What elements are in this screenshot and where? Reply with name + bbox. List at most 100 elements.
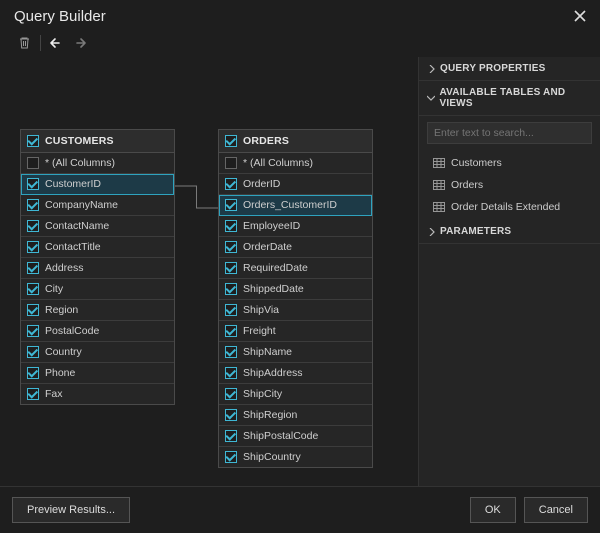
column-row[interactable]: Address	[21, 258, 174, 279]
design-canvas[interactable]: CUSTOMERS * (All Columns) CustomerID Compan…	[0, 57, 418, 486]
available-table-item[interactable]: Customers	[419, 152, 600, 174]
available-table-label: Order Details Extended	[451, 201, 560, 213]
column-checkbox[interactable]	[27, 367, 39, 379]
column-checkbox[interactable]	[225, 157, 237, 169]
column-label: PostalCode	[45, 325, 99, 337]
column-row[interactable]: OrderID	[219, 174, 372, 195]
column-row[interactable]: CompanyName	[21, 195, 174, 216]
table-checkbox[interactable]	[225, 135, 237, 147]
column-label: * (All Columns)	[45, 157, 115, 169]
column-checkbox[interactable]	[225, 220, 237, 232]
column-checkbox[interactable]	[27, 346, 39, 358]
column-checkbox[interactable]	[225, 346, 237, 358]
column-checkbox[interactable]	[225, 325, 237, 337]
cancel-button[interactable]: Cancel	[524, 497, 588, 523]
column-checkbox[interactable]	[225, 241, 237, 253]
column-row[interactable]: ShipAddress	[219, 363, 372, 384]
column-row[interactable]: ShipPostalCode	[219, 426, 372, 447]
column-row[interactable]: Country	[21, 342, 174, 363]
column-checkbox[interactable]	[225, 388, 237, 400]
column-checkbox[interactable]	[225, 430, 237, 442]
column-checkbox[interactable]	[27, 304, 39, 316]
column-checkbox[interactable]	[225, 262, 237, 274]
column-row[interactable]: ShipCity	[219, 384, 372, 405]
chevron-down-icon	[427, 94, 435, 103]
column-row[interactable]: City	[21, 279, 174, 300]
column-row[interactable]: ContactName	[21, 216, 174, 237]
join-connector[interactable]	[175, 186, 218, 208]
table-icon	[433, 202, 445, 212]
close-button[interactable]	[574, 9, 586, 25]
column-checkbox[interactable]	[225, 367, 237, 379]
column-checkbox[interactable]	[27, 157, 39, 169]
column-row[interactable]: CustomerID	[21, 174, 174, 195]
undo-button[interactable]	[49, 35, 65, 51]
accordion-available-tables[interactable]: AVAILABLE TABLES AND VIEWS	[419, 81, 600, 116]
delete-button[interactable]	[16, 35, 32, 51]
search-input[interactable]	[427, 122, 592, 144]
column-row[interactable]: Orders_CustomerID	[219, 195, 372, 216]
chevron-right-icon	[427, 64, 436, 73]
column-label: ShipCountry	[243, 451, 301, 463]
column-row[interactable]: ContactTitle	[21, 237, 174, 258]
chevron-right-icon	[427, 227, 436, 236]
column-label: OrderID	[243, 178, 280, 190]
accordion-parameters[interactable]: PARAMETERS	[419, 220, 600, 244]
column-checkbox[interactable]	[27, 241, 39, 253]
column-label: City	[45, 283, 63, 295]
column-row[interactable]: ShipCountry	[219, 447, 372, 467]
column-row[interactable]: ShipName	[219, 342, 372, 363]
preview-results-button[interactable]: Preview Results...	[12, 497, 130, 523]
available-table-label: Orders	[451, 179, 483, 191]
accordion-label: PARAMETERS	[440, 226, 511, 237]
column-label: ShipAddress	[243, 367, 303, 379]
column-row[interactable]: ShipRegion	[219, 405, 372, 426]
column-checkbox[interactable]	[225, 178, 237, 190]
column-label: CompanyName	[45, 199, 118, 211]
column-row[interactable]: ShippedDate	[219, 279, 372, 300]
column-row[interactable]: * (All Columns)	[21, 153, 174, 174]
trash-icon	[18, 36, 31, 50]
column-row[interactable]: Phone	[21, 363, 174, 384]
available-table-item[interactable]: Order Details Extended	[419, 196, 600, 218]
table-header[interactable]: CUSTOMERS	[21, 130, 174, 153]
column-checkbox[interactable]	[27, 283, 39, 295]
column-row[interactable]: RequiredDate	[219, 258, 372, 279]
column-row[interactable]: EmployeeID	[219, 216, 372, 237]
column-checkbox[interactable]	[27, 262, 39, 274]
column-row[interactable]: Freight	[219, 321, 372, 342]
column-checkbox[interactable]	[27, 388, 39, 400]
column-row[interactable]: OrderDate	[219, 237, 372, 258]
ok-button[interactable]: OK	[470, 497, 516, 523]
column-checkbox[interactable]	[225, 283, 237, 295]
available-tables-list: Customers Orders Order Details Extended	[419, 150, 600, 220]
table-icon	[433, 180, 445, 190]
column-checkbox[interactable]	[27, 178, 39, 190]
column-row[interactable]: ShipVia	[219, 300, 372, 321]
column-label: ContactTitle	[45, 241, 101, 253]
toolbar	[0, 31, 600, 57]
table-widget[interactable]: CUSTOMERS * (All Columns) CustomerID Compan…	[20, 129, 175, 405]
column-checkbox[interactable]	[27, 220, 39, 232]
column-checkbox[interactable]	[225, 199, 237, 211]
column-label: EmployeeID	[243, 220, 300, 232]
column-row[interactable]: Region	[21, 300, 174, 321]
column-row[interactable]: * (All Columns)	[219, 153, 372, 174]
column-checkbox[interactable]	[27, 325, 39, 337]
column-row[interactable]: Fax	[21, 384, 174, 404]
table-widget[interactable]: ORDERS * (All Columns) OrderID Orders_Custo…	[218, 129, 373, 468]
redo-icon	[71, 36, 87, 50]
column-label: Orders_CustomerID	[243, 199, 337, 211]
table-checkbox[interactable]	[27, 135, 39, 147]
redo-button[interactable]	[71, 35, 87, 51]
available-table-item[interactable]: Orders	[419, 174, 600, 196]
table-name-label: ORDERS	[243, 135, 289, 147]
table-header[interactable]: ORDERS	[219, 130, 372, 153]
accordion-query-properties[interactable]: QUERY PROPERTIES	[419, 57, 600, 81]
column-checkbox[interactable]	[225, 304, 237, 316]
column-checkbox[interactable]	[225, 409, 237, 421]
column-label: * (All Columns)	[243, 157, 313, 169]
column-checkbox[interactable]	[225, 451, 237, 463]
column-row[interactable]: PostalCode	[21, 321, 174, 342]
column-checkbox[interactable]	[27, 199, 39, 211]
